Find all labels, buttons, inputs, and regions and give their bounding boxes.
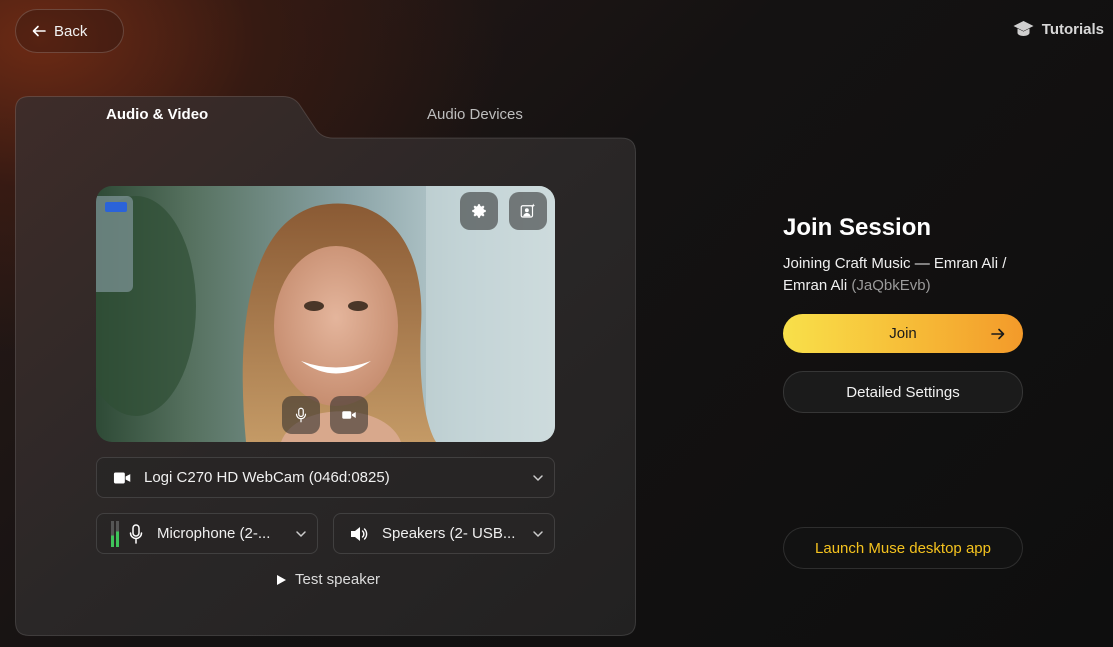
tab-audio-devices[interactable]: Audio Devices [427, 106, 523, 123]
join-button[interactable]: Join [783, 314, 1023, 353]
detailed-settings-label: Detailed Settings [846, 383, 960, 401]
back-label: Back [54, 22, 88, 40]
mic-level-meter [111, 520, 119, 547]
arrow-left-icon [32, 25, 46, 37]
back-button[interactable]: Back [15, 9, 124, 53]
test-speaker-label: Test speaker [295, 571, 381, 588]
chevron-down-icon [296, 531, 306, 538]
play-icon [277, 574, 286, 585]
camera-preview [96, 186, 555, 442]
test-speaker-button[interactable]: Test speaker [277, 571, 380, 588]
chevron-down-icon [533, 475, 543, 482]
speakers-select[interactable]: Speakers (2- USB... [333, 513, 555, 554]
mute-microphone-button[interactable] [282, 396, 320, 434]
tutorials-label: Tutorials [1041, 20, 1104, 38]
person-sparkle-icon [520, 203, 536, 218]
chevron-down-icon [533, 531, 543, 538]
session-code: (JaQbkEvb) [851, 277, 931, 294]
video-camera-icon [342, 411, 356, 419]
launch-desktop-app-button[interactable]: Launch Muse desktop app [783, 527, 1023, 569]
device-settings-panel: Audio & Video Audio Devices Logi C270 HD… [15, 96, 636, 636]
detailed-settings-button[interactable]: Detailed Settings [783, 371, 1023, 413]
gear-icon [472, 204, 486, 218]
microphone-icon [295, 407, 307, 423]
speaker-icon [351, 526, 368, 541]
launch-desktop-app-label: Launch Muse desktop app [815, 539, 991, 557]
page-title: Join Session [783, 214, 932, 241]
video-camera-icon [113, 472, 131, 483]
video-settings-button[interactable] [460, 192, 498, 230]
graduation-cap-icon [1013, 21, 1034, 36]
camera-select[interactable]: Logi C270 HD WebCam (046d:0825) [96, 457, 555, 498]
tab-audio-video[interactable]: Audio & Video [106, 106, 208, 123]
self-view-thumbnail [96, 196, 133, 292]
microphone-select[interactable]: Microphone (2-... [96, 513, 318, 554]
session-subtitle: Joining Craft Music — Emran Ali / Emran … [783, 253, 1033, 297]
camera-select-value: Logi C270 HD WebCam (046d:0825) [144, 469, 390, 486]
speakers-select-value: Speakers (2- USB... [382, 525, 516, 542]
tutorials-link[interactable]: Tutorials [1013, 20, 1104, 38]
microphone-icon [129, 523, 143, 544]
join-label: Join [889, 325, 917, 342]
video-effects-button[interactable] [509, 192, 547, 230]
arrow-right-icon [991, 328, 1005, 340]
microphone-select-value: Microphone (2-... [157, 525, 271, 542]
toggle-camera-button[interactable] [330, 396, 368, 434]
